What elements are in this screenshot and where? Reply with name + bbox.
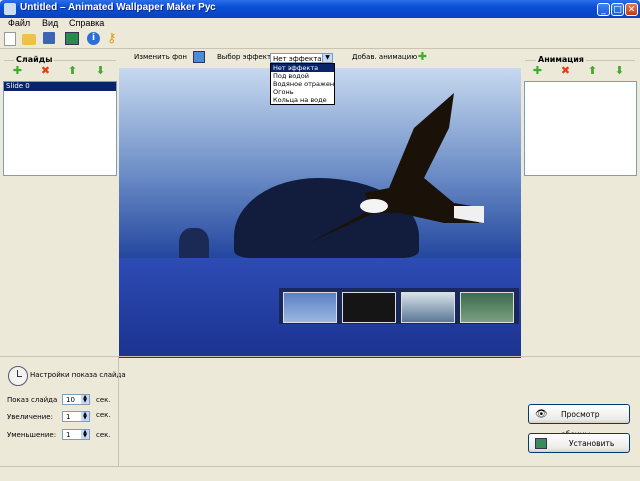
effect-option-ripples[interactable]: Кольца на воде — [271, 96, 334, 104]
effect-select[interactable]: Нет эффекта ▼ — [270, 53, 333, 63]
app-icon — [4, 3, 16, 15]
settings-title: Настройки показа слайда — [30, 371, 126, 379]
slide-duration-unit: сек. — [96, 396, 111, 404]
eagle-image — [309, 93, 484, 243]
title-bar: Untitled – Animated Wallpaper Maker Рус … — [0, 0, 640, 18]
slide-item[interactable]: Slide 0 — [4, 82, 116, 91]
wallpaper-preview[interactable] — [119, 68, 521, 358]
menu-view[interactable]: Вид — [42, 18, 58, 28]
effect-option-underwater[interactable]: Под водой — [271, 72, 334, 80]
preview-wallpaper-button[interactable]: 👁 Просмотр обоины — [528, 404, 630, 439]
slides-list[interactable]: Slide 0 — [3, 81, 117, 176]
slide-duration-input[interactable]: 10 ▲ ▼ — [62, 394, 90, 405]
effect-select-value: Нет эффекта — [273, 55, 322, 63]
add-animation-label[interactable]: Добав. анимацию — [352, 53, 417, 61]
delete-animation-icon[interactable]: ✖ — [560, 65, 571, 76]
zoom-in-label: Увеличение: — [7, 413, 53, 421]
zoom-in-value: 1 — [66, 413, 71, 421]
chevron-down-icon[interactable]: ▼ — [322, 54, 332, 62]
open-folder-icon[interactable] — [22, 34, 36, 45]
animation-down-icon[interactable]: ⬇ — [614, 65, 625, 76]
zoom-out-unit: сек. — [96, 431, 111, 439]
toolbar: i ⚷ — [0, 30, 640, 49]
change-background-label[interactable]: Изменить фон — [134, 53, 187, 61]
clock-icon — [8, 366, 28, 386]
menu-bar: Файл Вид Справка — [0, 18, 640, 30]
add-animation-item-icon[interactable]: ✚ — [532, 65, 543, 76]
thumbnail-2[interactable] — [342, 292, 396, 323]
zoom-out-value: 1 — [66, 431, 71, 439]
window-title: Untitled – Animated Wallpaper Maker Рус — [20, 2, 216, 13]
monitor-icon — [535, 438, 547, 449]
slide-duration-value: 10 — [66, 396, 75, 404]
animation-up-icon[interactable]: ⬆ — [587, 65, 598, 76]
thumbnail-4[interactable] — [460, 292, 514, 323]
install-button[interactable]: Установить — [528, 433, 630, 453]
zoom-out-label: Уменьшение: — [7, 431, 57, 439]
bottom-divider — [0, 356, 640, 357]
wallpaper-icon[interactable] — [65, 32, 79, 45]
new-file-icon[interactable] — [4, 32, 16, 46]
slides-label: Слайды — [14, 55, 55, 64]
minimize-button[interactable]: _ — [597, 3, 610, 16]
zoom-in-input[interactable]: 1 ▲ ▼ — [62, 411, 90, 422]
maximize-button[interactable]: □ — [611, 3, 624, 16]
slide-up-icon[interactable]: ⬆ — [67, 65, 78, 76]
slide-duration-label: Показ слайда — [7, 396, 58, 404]
animation-label: Анимация — [536, 55, 586, 64]
key-icon[interactable]: ⚷ — [107, 32, 121, 46]
animation-list[interactable] — [524, 81, 637, 176]
status-bar — [0, 466, 640, 481]
animation-thumbnails — [279, 288, 519, 324]
save-icon[interactable] — [43, 32, 55, 44]
effect-dropdown-list[interactable]: Нет эффекта Под водой Водяное отражение … — [270, 63, 335, 105]
add-slide-icon[interactable]: ✚ — [12, 65, 23, 76]
zoom-in-unit: сек. — [96, 411, 111, 419]
delete-slide-icon[interactable]: ✖ — [40, 65, 51, 76]
eye-icon: 👁 — [535, 409, 548, 420]
spin-arrows-icon[interactable]: ▲ ▼ — [81, 395, 89, 404]
settings-separator — [118, 356, 119, 466]
change-background-icon[interactable] — [193, 51, 205, 63]
thumbnail-3[interactable] — [401, 292, 455, 323]
close-button[interactable]: ✕ — [625, 3, 638, 16]
add-animation-icon[interactable]: ✚ — [417, 51, 428, 62]
slide-down-icon[interactable]: ⬇ — [95, 65, 106, 76]
effect-option-reflection[interactable]: Водяное отражение — [271, 80, 334, 88]
thumbnail-1[interactable] — [283, 292, 337, 323]
zoom-out-input[interactable]: 1 ▲ ▼ — [62, 429, 90, 440]
install-label: Установить — [569, 439, 615, 448]
menu-file[interactable]: Файл — [8, 18, 30, 28]
effect-option-fire[interactable]: Огонь — [271, 88, 334, 96]
spin-arrows-icon[interactable]: ▲ ▼ — [81, 430, 89, 439]
info-icon[interactable]: i — [87, 32, 100, 45]
effect-option-none[interactable]: Нет эффекта — [271, 64, 334, 72]
effect-label: Выбор эффекта — [217, 53, 276, 61]
menu-help[interactable]: Справка — [69, 18, 104, 28]
spin-arrows-icon[interactable]: ▲ ▼ — [81, 412, 89, 421]
